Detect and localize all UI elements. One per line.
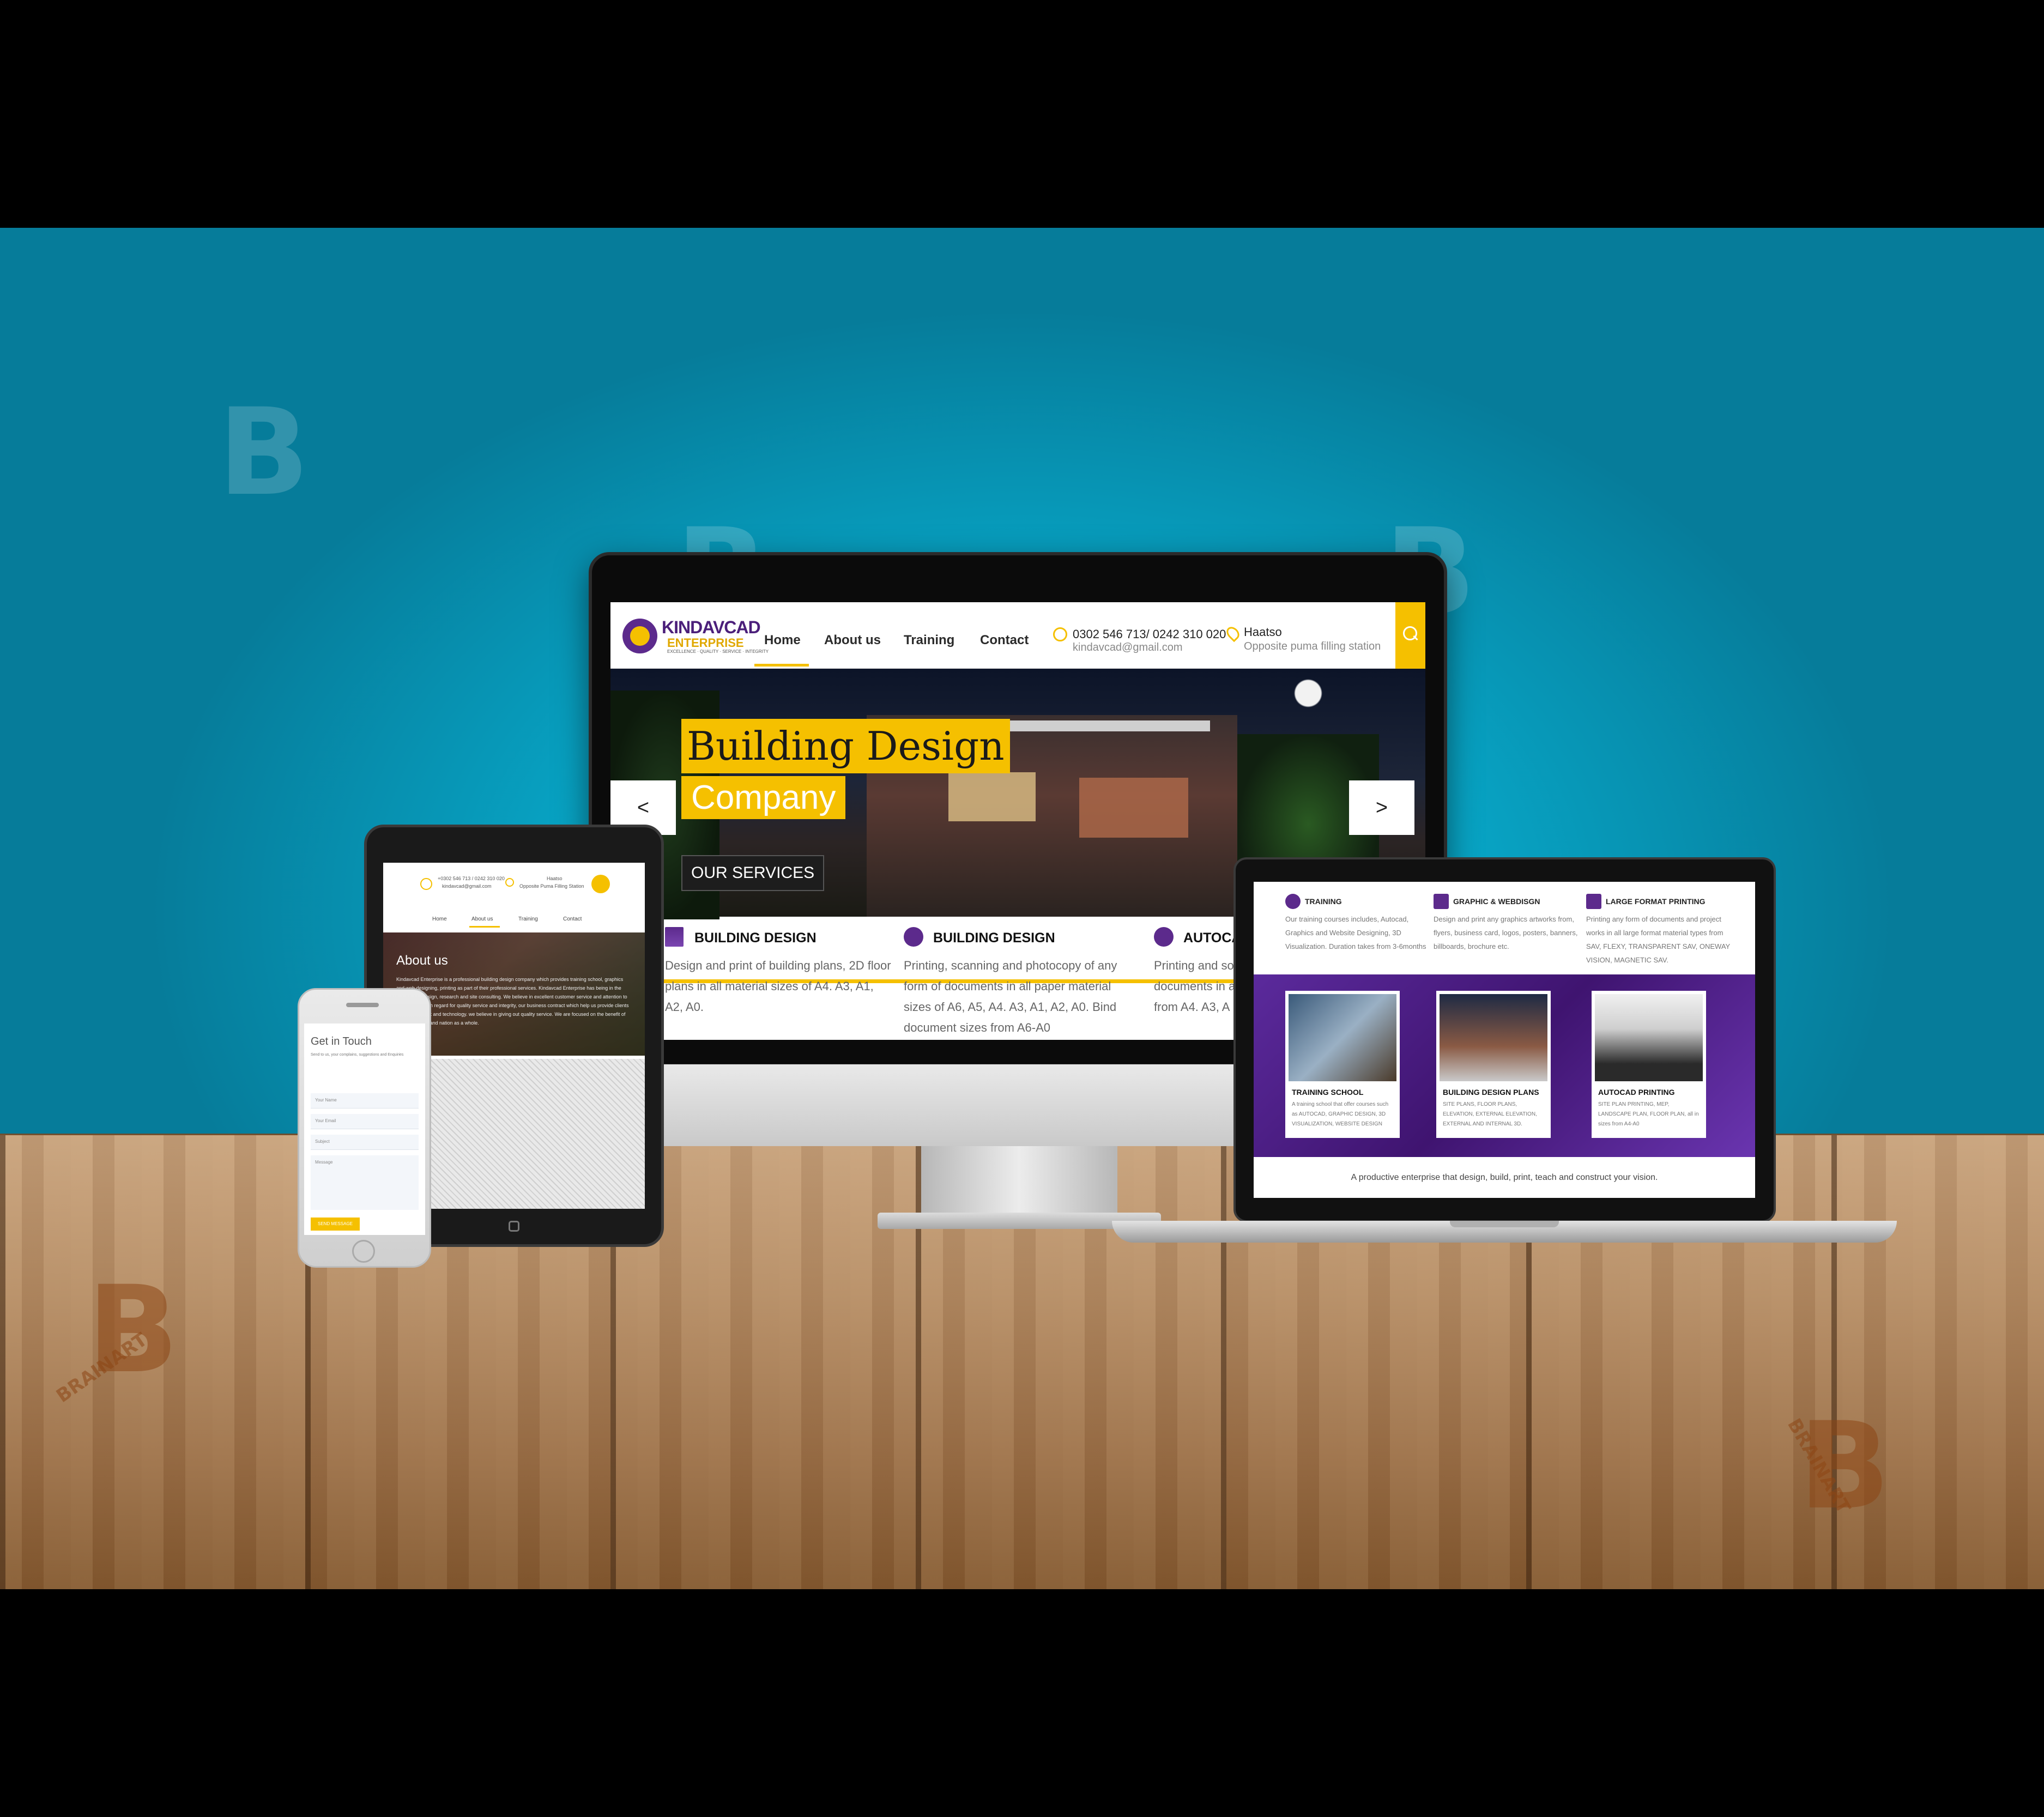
site-header: KINDAVCAD ENTERPRISE EXCELLENCE · QUALIT… — [610, 602, 1425, 669]
tablet-phone[interactable]: +0302 546 713 / 0242 310 020 — [438, 876, 505, 881]
tablet-nav-home[interactable]: Home — [432, 916, 447, 922]
tablet-nav-contact[interactable]: Contact — [563, 916, 582, 922]
training-icon — [1285, 894, 1301, 909]
phone-icon — [1053, 627, 1067, 641]
nav-training[interactable]: Training — [904, 633, 954, 648]
building-design-photo — [1440, 994, 1547, 1081]
nav-home[interactable]: Home — [764, 633, 801, 648]
logo-name: KINDAVCAD — [662, 617, 761, 637]
name-field[interactable]: Your Name — [311, 1093, 419, 1109]
laptop-service-title: GRAPHIC & WEBDISGN — [1453, 897, 1540, 906]
tablet-location-detail: Opposite Puma Filling Station — [519, 883, 584, 889]
phone-contact-page: Get in Touch Send to us, your complains,… — [304, 1023, 425, 1235]
laptop-service-description: Our training courses includes, Autocad, … — [1285, 915, 1426, 950]
monitor-icon — [1434, 894, 1449, 909]
phone-home-button[interactable] — [352, 1240, 375, 1263]
subject-field[interactable]: Subject — [311, 1135, 419, 1150]
laptop-card-description: SITE PLAN PRINTING, MEP, LANDSCAPE PLAN,… — [1598, 1101, 1699, 1127]
phone-form-title: Get in Touch — [311, 1035, 372, 1047]
location-pin-icon — [1224, 624, 1242, 643]
service-title: BUILDING DESIGN — [694, 930, 817, 946]
header-phone[interactable]: 0302 546 713/ 0242 310 020 — [1073, 627, 1226, 641]
laptop-card-title: TRAINING SCHOOL — [1292, 1088, 1364, 1097]
hero-house-window — [1079, 778, 1188, 838]
nav-about-us[interactable]: About us — [824, 633, 881, 648]
location-pin-icon — [505, 878, 514, 887]
laptop-card-description: A training school that offer courses suc… — [1292, 1101, 1389, 1127]
tablet-about-title: About us — [396, 953, 448, 968]
service-title: AUTOCA — [1183, 930, 1242, 946]
logo-subtitle: ENTERPRISE — [667, 636, 744, 650]
service-description: Printing, scanning and photocopy of any … — [904, 959, 1117, 1034]
hero-title: Building Design — [681, 719, 1010, 773]
site-logo[interactable]: KINDAVCAD ENTERPRISE EXCELLENCE · QUALIT… — [622, 614, 769, 659]
tablet-nav-about-us[interactable]: About us — [471, 916, 493, 922]
hero-house-window — [948, 772, 1036, 821]
logo-mark-icon — [622, 619, 657, 653]
laptop-service-description: Design and print any graphics artworks f… — [1434, 915, 1578, 950]
search-button[interactable] — [1395, 602, 1425, 669]
service-description: Printing and so documents in a from A4. … — [1154, 959, 1236, 1014]
laptop-website: TRAINING Our training courses includes, … — [1254, 882, 1755, 1198]
tablet-nav-training[interactable]: Training — [518, 916, 538, 922]
letterbox-bottom — [0, 1589, 2044, 1817]
laptop-hinge-notch — [1450, 1221, 1559, 1227]
send-message-button[interactable]: SEND MESSAGE — [311, 1218, 360, 1231]
printer-icon — [1586, 894, 1601, 909]
laptop-card-title: BUILDING DESIGN PLANS — [1443, 1088, 1539, 1097]
nav-contact[interactable]: Contact — [980, 633, 1029, 648]
watermark-logo: B — [218, 383, 310, 522]
header-email[interactable]: kindavcad@gmail.com — [1073, 641, 1183, 654]
phone-icon — [420, 878, 432, 890]
tablet-location: Haatso — [547, 876, 563, 881]
autocad-icon — [1154, 927, 1174, 947]
header-location: Haatso — [1244, 625, 1282, 639]
nav-active-indicator — [754, 664, 809, 667]
tablet-about-text: Kindavcad Enterprise is a professional b… — [396, 977, 629, 1026]
tablet-email[interactable]: kindavcad@gmail.com — [442, 883, 492, 889]
laptop-card[interactable]: AUTOCAD PRINTING SITE PLAN PRINTING, MEP… — [1592, 991, 1706, 1138]
phone-speaker — [346, 1003, 379, 1007]
search-icon[interactable] — [591, 875, 610, 893]
tablet-nav-active-indicator — [469, 926, 500, 928]
service-description: Design and print of building plans, 2D f… — [665, 959, 891, 1014]
laptop-card[interactable]: TRAINING SCHOOL A training school that o… — [1285, 991, 1400, 1138]
laptop-services-row: TRAINING Our training courses includes, … — [1254, 882, 1755, 974]
plotter-printer-photo — [1595, 994, 1703, 1081]
tablet-home-button[interactable] — [509, 1221, 519, 1232]
letterbox-top — [0, 0, 2044, 228]
laptop-card[interactable]: BUILDING DESIGN PLANS SITE PLANS, FLOOR … — [1436, 991, 1551, 1138]
phone-form-subtitle: Send to us, your complains, suggestions … — [311, 1053, 404, 1057]
laptop-card-title: AUTOCAD PRINTING — [1598, 1088, 1675, 1097]
laptop-footer-tagline: A productive enterprise that design, bui… — [1254, 1157, 1755, 1198]
email-field[interactable]: Your Email — [311, 1114, 419, 1129]
printer-icon — [904, 927, 923, 947]
logo-tagline: EXCELLENCE · QUALITY · SERVICE · INTEGRI… — [667, 649, 769, 654]
message-field[interactable]: Message — [311, 1155, 419, 1210]
our-services-button[interactable]: OUR SERVICES — [681, 855, 825, 891]
hero-subtitle: Company — [681, 776, 846, 819]
laptop-service-title: TRAINING — [1305, 897, 1342, 906]
laptop-service-description: Printing any form of documents and proje… — [1586, 915, 1730, 964]
header-location-detail: Opposite puma filling station — [1244, 640, 1381, 652]
laptop-service-title: LARGE FORMAT PRINTING — [1606, 897, 1706, 906]
monitor-stand-neck — [921, 1144, 1117, 1215]
slider-next-button[interactable]: > — [1349, 780, 1414, 835]
building-icon — [665, 927, 684, 947]
service-title: BUILDING DESIGN — [933, 930, 1055, 946]
training-school-photo — [1289, 994, 1396, 1081]
laptop-card-description: SITE PLANS, FLOOR PLANS, ELEVATION, EXTE… — [1443, 1101, 1537, 1127]
